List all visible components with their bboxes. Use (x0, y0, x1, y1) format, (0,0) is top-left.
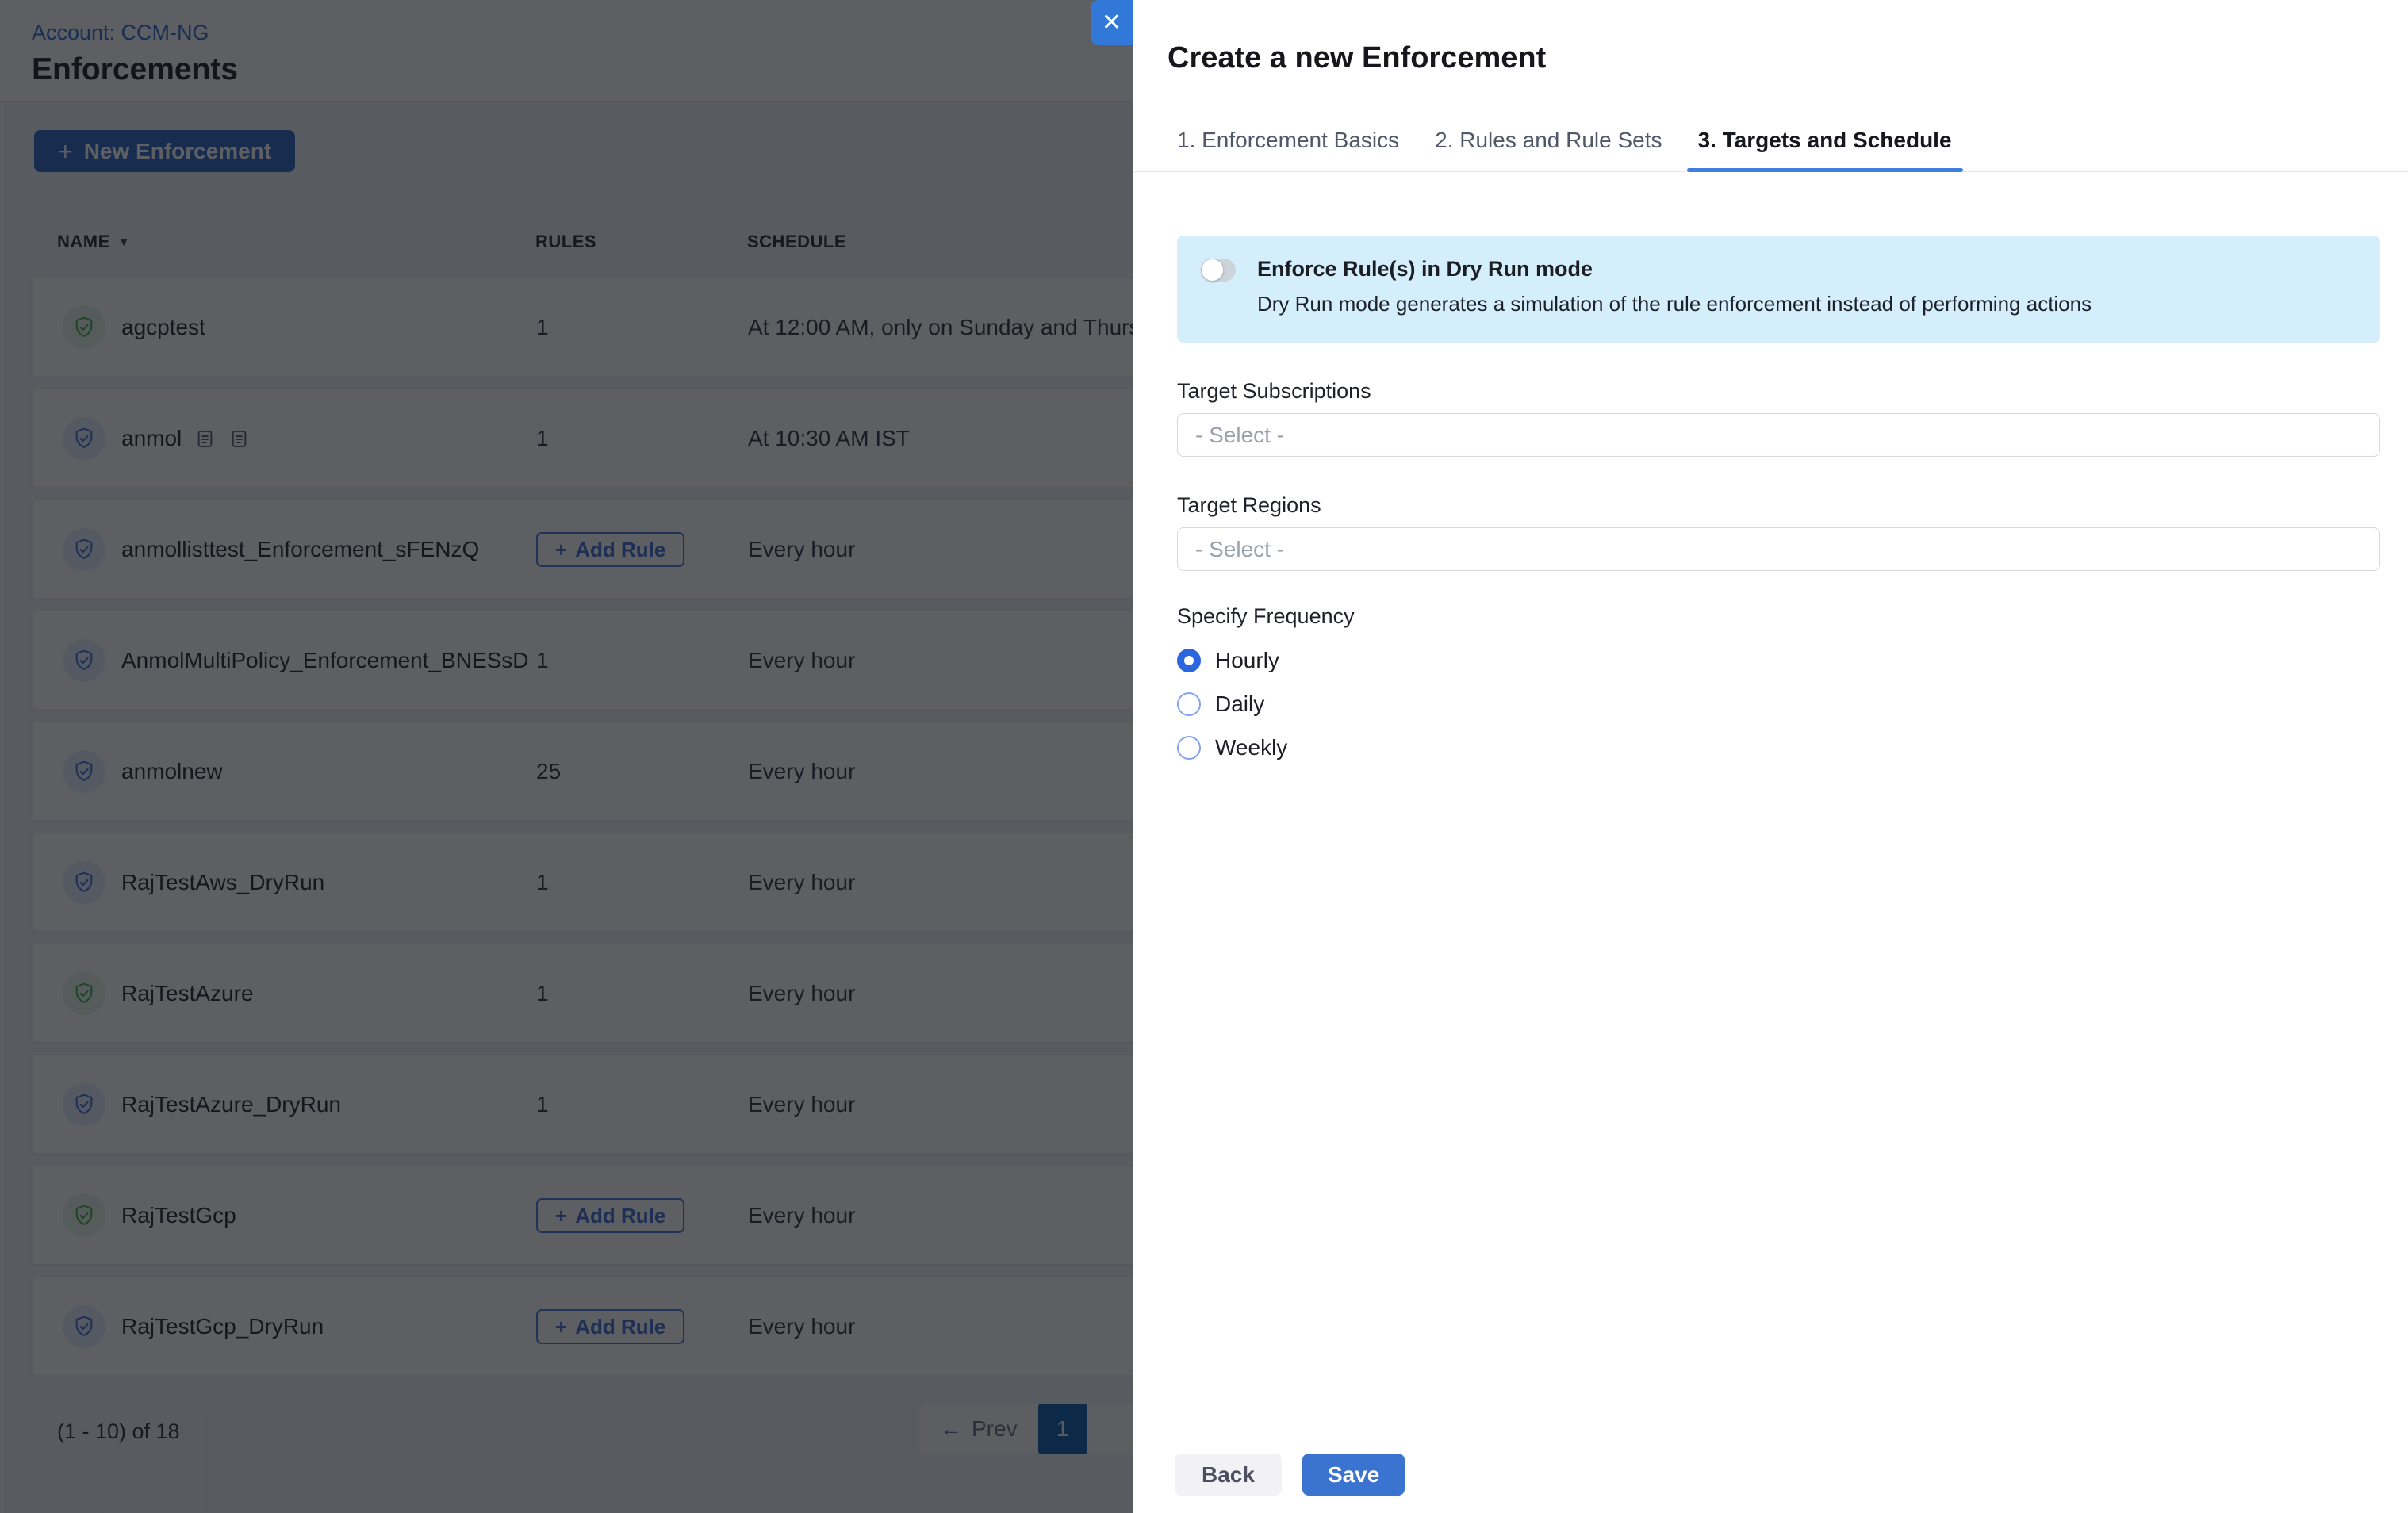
drawer-title: Create a new Enforcement (1133, 0, 2408, 75)
dry-run-toggle[interactable] (1201, 259, 1236, 282)
tab-1-enforcement-basics[interactable]: 1. Enforcement Basics (1166, 109, 1410, 171)
close-icon: ✕ (1102, 9, 1122, 36)
radio-icon[interactable] (1177, 692, 1201, 716)
close-button[interactable]: ✕ (1091, 0, 1133, 45)
target-subscriptions-select[interactable]: - Select - (1177, 413, 2380, 457)
frequency-option-daily[interactable]: Daily (1177, 691, 2380, 716)
toggle-knob (1202, 259, 1223, 281)
radio-label: Daily (1215, 691, 1264, 717)
drawer-footer: Back Save (1175, 1454, 1405, 1496)
drawer-body: Enforce Rule(s) in Dry Run mode Dry Run … (1133, 236, 2408, 760)
save-button[interactable]: Save (1302, 1454, 1405, 1496)
frequency-radio-group: Hourly Daily Weekly (1177, 648, 2380, 760)
specify-frequency-label: Specify Frequency (1177, 604, 2380, 629)
radio-icon[interactable] (1177, 649, 1201, 672)
create-enforcement-drawer: ✕ Create a new Enforcement 1. Enforcemen… (1133, 0, 2408, 1513)
dry-run-infobox: Enforce Rule(s) in Dry Run mode Dry Run … (1177, 236, 2380, 343)
target-subscriptions-label: Target Subscriptions (1177, 379, 2380, 404)
radio-label: Weekly (1215, 735, 1287, 760)
dry-run-description: Dry Run mode generates a simulation of t… (1257, 292, 2092, 316)
radio-icon[interactable] (1177, 736, 1201, 760)
target-regions-select[interactable]: - Select - (1177, 527, 2380, 571)
frequency-option-hourly[interactable]: Hourly (1177, 648, 2380, 672)
tab-2-rules-and-rule-sets[interactable]: 2. Rules and Rule Sets (1424, 109, 1673, 171)
target-regions-label: Target Regions (1177, 493, 2380, 518)
wizard-tabs: 1. Enforcement Basics2. Rules and Rule S… (1133, 109, 2408, 172)
tab-3-targets-and-schedule[interactable]: 3. Targets and Schedule (1687, 109, 1963, 171)
back-button[interactable]: Back (1175, 1454, 1282, 1496)
frequency-option-weekly[interactable]: Weekly (1177, 735, 2380, 760)
radio-label: Hourly (1215, 648, 1279, 673)
dry-run-title: Enforce Rule(s) in Dry Run mode (1257, 257, 2092, 282)
